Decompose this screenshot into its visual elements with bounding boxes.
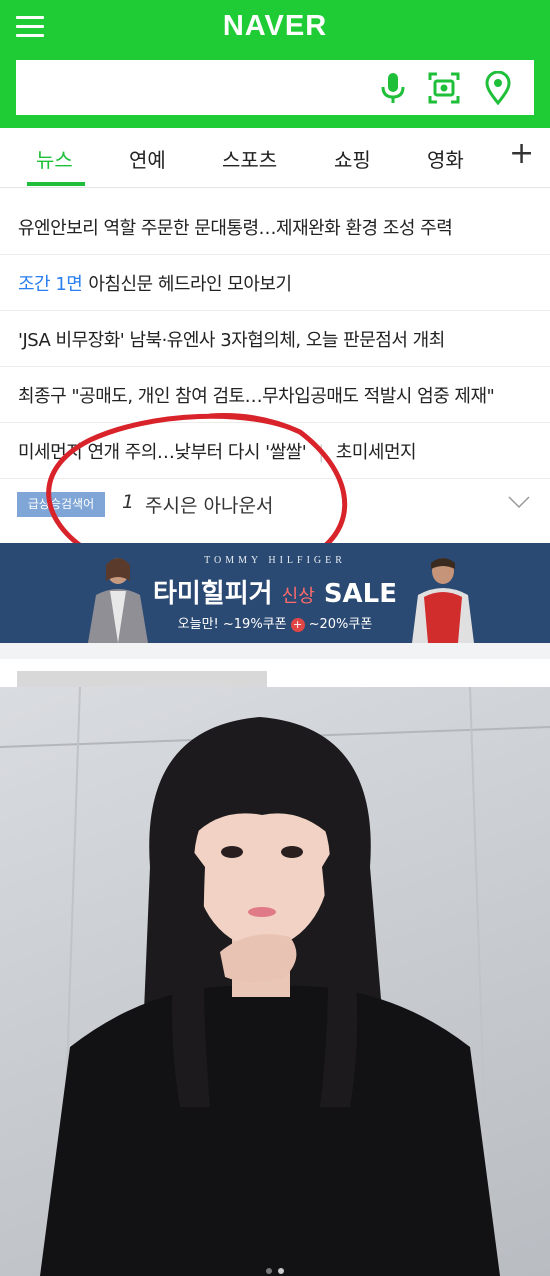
- news-item[interactable]: 'JSA 비무장화' 남북·유엔사 3자협의체, 오늘 판문점서 개최: [0, 311, 550, 367]
- ad-banner[interactable]: TOMMY HILFIGER 타미힐피거 신상 SALE 오늘만! ~19%쿠폰…: [0, 543, 550, 643]
- tab-shopping[interactable]: 쇼핑: [334, 144, 371, 173]
- carousel-dot-active[interactable]: [266, 1268, 272, 1274]
- news-headline[interactable]: 최종구 "공매도, 개인 참여 검토…무차입공매도 적발시 엄중 제재": [18, 382, 495, 408]
- news-headline-row[interactable]: 미세먼지 연개 주의…낮부터 다시 '쌀쌀' | 초미세먼지: [18, 438, 417, 464]
- search-box: [16, 60, 534, 115]
- carousel-dot[interactable]: [278, 1268, 284, 1274]
- microphone-icon[interactable]: [377, 71, 409, 105]
- naver-logo[interactable]: NAVER: [0, 10, 550, 43]
- news-headline[interactable]: 미세먼지 연개 주의…낮부터 다시 '쌀쌀': [18, 442, 307, 463]
- tab-entertainment[interactable]: 연예: [129, 144, 166, 173]
- news-related-link[interactable]: 초미세먼지: [336, 442, 417, 463]
- portrait-photo: [0, 687, 550, 1276]
- banner-brand: TOMMY HILFIGER: [204, 555, 346, 566]
- news-headline[interactable]: 'JSA 비무장화' 남북·유엔사 3자협의체, 오늘 판문점서 개최: [18, 326, 445, 352]
- next-card-thumbnail: [17, 671, 267, 687]
- next-card-nav: [286, 673, 536, 681]
- banner-coupon-text: 오늘만! ~19%쿠폰 + ~20%쿠폰: [177, 617, 373, 632]
- banner-title: 타미힐피거 신상 SALE: [152, 579, 398, 609]
- search-input[interactable]: [16, 60, 376, 115]
- lens-camera-icon[interactable]: [428, 71, 460, 105]
- trending-badge: 급상승검색어: [17, 492, 105, 517]
- divider: |: [318, 442, 324, 463]
- tab-sports[interactable]: 스포츠: [222, 144, 277, 173]
- tab-news[interactable]: 뉴스: [36, 144, 73, 173]
- location-pin-icon[interactable]: [482, 71, 514, 105]
- news-item[interactable]: 조간 1면 아침신문 헤드라인 모아보기: [0, 255, 550, 311]
- trending-rank: 1: [122, 491, 135, 513]
- news-headline[interactable]: 아침신문 헤드라인 모아보기: [88, 274, 292, 295]
- active-tab-indicator: [27, 182, 85, 186]
- category-tabs: 뉴스 연예 스포츠 쇼핑 영화 +: [0, 128, 550, 188]
- portrait-illustration: [0, 687, 550, 1276]
- chevron-down-icon[interactable]: [508, 491, 530, 513]
- news-headline[interactable]: 유엔안보리 역할 주문한 문대통령…제재완화 환경 조성 주력: [18, 214, 453, 240]
- carousel-indicator: [0, 1259, 550, 1276]
- news-item[interactable]: 유엔안보리 역할 주문한 문대통령…제재완화 환경 조성 주력: [0, 199, 550, 255]
- news-item[interactable]: 미세먼지 연개 주의…낮부터 다시 '쌀쌀' | 초미세먼지: [0, 423, 550, 479]
- news-prefix-label[interactable]: 조간 1면: [18, 274, 83, 295]
- section-gap: [0, 643, 550, 659]
- news-headline-row[interactable]: 조간 1면 아침신문 헤드라인 모아보기: [18, 270, 292, 296]
- trending-search-row[interactable]: 급상승검색어 1 주시은 아나운서: [0, 477, 550, 533]
- next-content-card[interactable]: [0, 659, 550, 687]
- trending-keyword[interactable]: 주시은 아나운서: [145, 491, 273, 518]
- tab-more-button[interactable]: +: [509, 136, 534, 171]
- header-bar: NAVER: [0, 0, 550, 128]
- tab-movies[interactable]: 영화: [427, 144, 464, 173]
- news-item[interactable]: 최종구 "공매도, 개인 참여 검토…무차입공매도 적발시 엄중 제재": [0, 367, 550, 423]
